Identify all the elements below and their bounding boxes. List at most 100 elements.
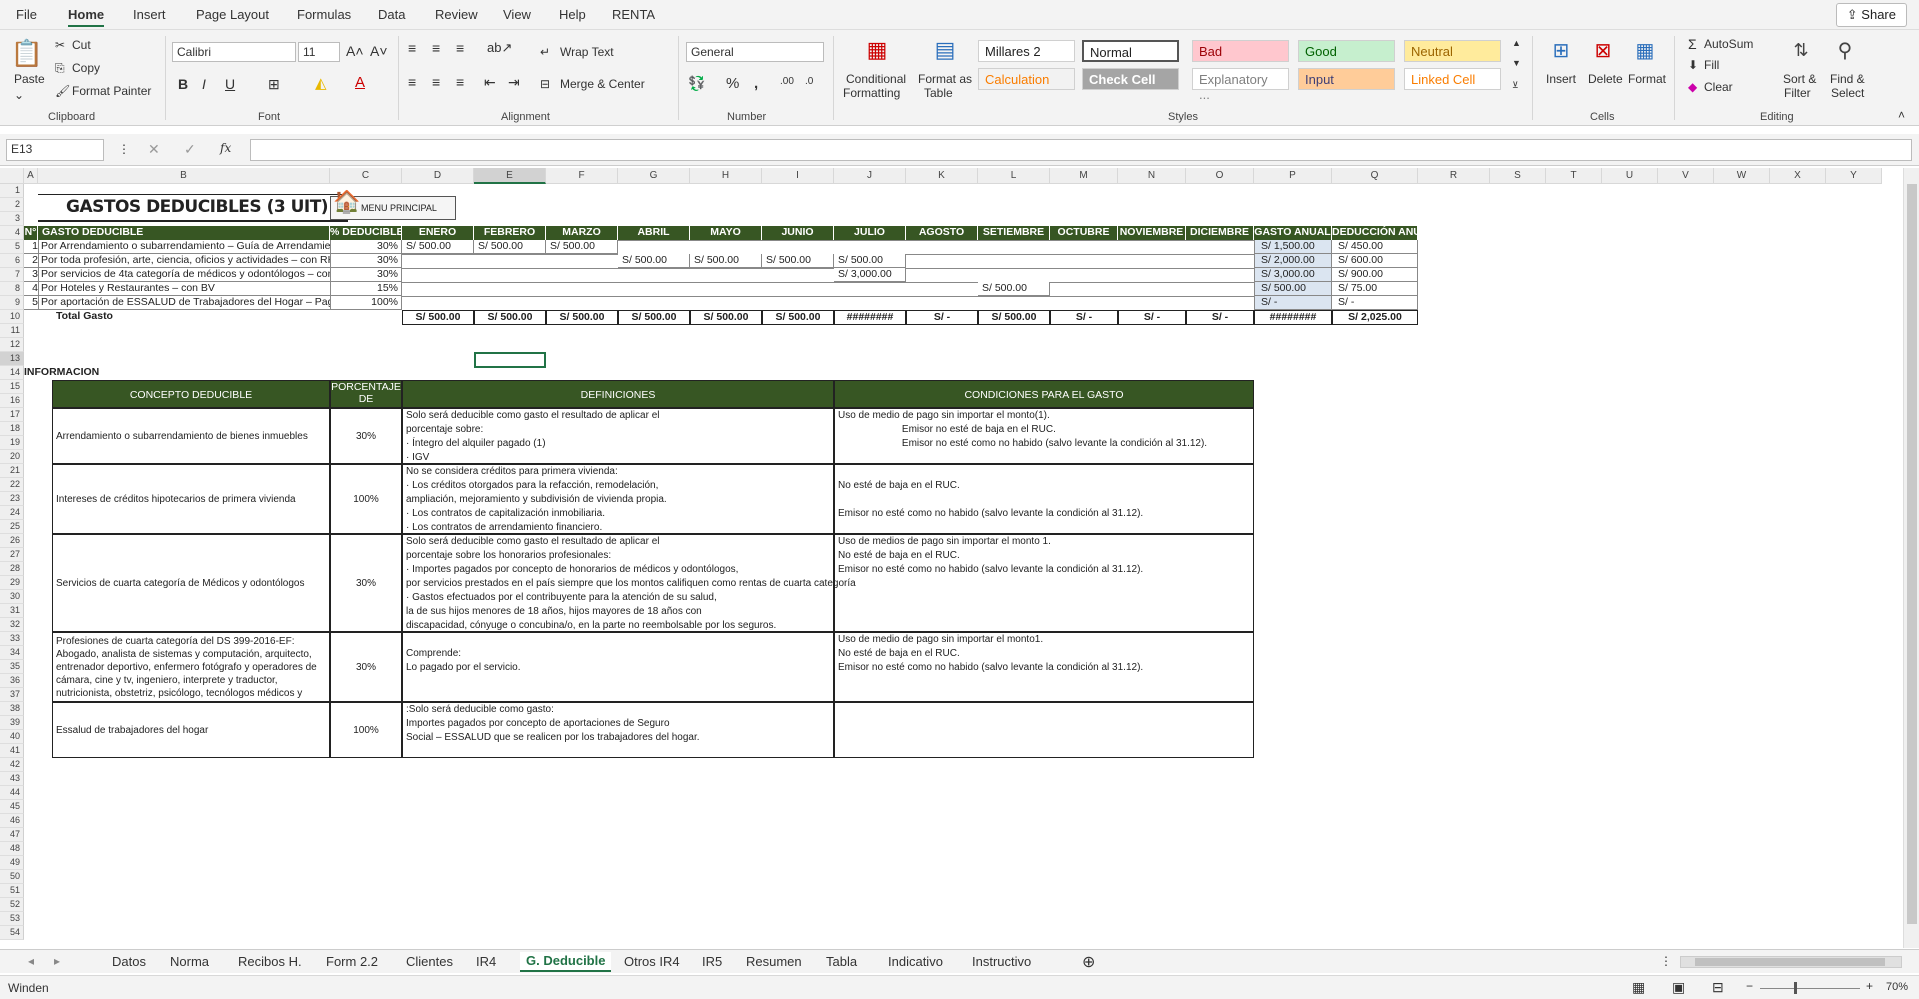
enter-icon[interactable]: ✓: [184, 141, 196, 158]
month-value[interactable]: [474, 268, 546, 269]
column-header-r[interactable]: R: [1418, 168, 1490, 184]
month-value[interactable]: [1118, 254, 1186, 255]
style-check-cell[interactable]: Check Cell: [1082, 68, 1179, 90]
month-value[interactable]: S/ 500.00: [474, 240, 546, 254]
row-header[interactable]: 48: [0, 842, 24, 856]
column-header-q[interactable]: Q: [1332, 168, 1418, 184]
month-value[interactable]: S/ 500.00: [834, 254, 906, 268]
month-value[interactable]: [1186, 296, 1254, 297]
tab-help[interactable]: Help: [559, 7, 586, 22]
row-header[interactable]: 31: [0, 604, 24, 618]
worksheet-grid[interactable]: A B C D E F G H I J K L M N O P Q R S T U V W X Y 1 2 3 4 5 6 7 8 9 10 11 12…: [0, 168, 1903, 948]
orientation-icon[interactable]: ab↗: [487, 40, 512, 56]
sort-filter-icon[interactable]: ⇅: [1786, 36, 1816, 64]
month-value[interactable]: [762, 282, 834, 283]
tab-formulas[interactable]: Formulas: [297, 7, 351, 22]
row-header[interactable]: 29: [0, 576, 24, 590]
paste-icon[interactable]: 📋: [11, 36, 43, 70]
align-middle-icon[interactable]: ≡: [432, 40, 440, 56]
month-value[interactable]: [474, 282, 546, 283]
row-header[interactable]: 9: [0, 296, 24, 310]
sheet-tab-tabla[interactable]: Tabla: [826, 954, 857, 969]
style-gallery-down-icon[interactable]: ▼: [1512, 58, 1521, 68]
vertical-scroll-thumb[interactable]: [1907, 184, 1917, 924]
column-header-m[interactable]: M: [1050, 168, 1118, 184]
month-value[interactable]: [1050, 240, 1118, 241]
row-header[interactable]: 49: [0, 856, 24, 870]
month-value[interactable]: [834, 282, 906, 283]
row-header[interactable]: 36: [0, 674, 24, 688]
column-header-t[interactable]: T: [1546, 168, 1602, 184]
row-header[interactable]: 15: [0, 380, 24, 394]
row-header[interactable]: 42: [0, 758, 24, 772]
month-value[interactable]: [474, 296, 546, 297]
paste-dropdown-icon[interactable]: ⌄: [14, 88, 24, 102]
month-value[interactable]: [690, 282, 762, 283]
row-header[interactable]: 52: [0, 898, 24, 912]
row-header[interactable]: 11: [0, 324, 24, 338]
sheet-options-icon[interactable]: ⋮: [1660, 954, 1672, 968]
row-header[interactable]: 41: [0, 744, 24, 758]
style-good[interactable]: Good: [1298, 40, 1395, 62]
sort-filter-button[interactable]: Sort &: [1783, 72, 1816, 86]
wrap-text-button[interactable]: Wrap Text: [560, 45, 614, 59]
month-value[interactable]: S/ 500.00: [618, 254, 690, 268]
sheet-tab-instructivo[interactable]: Instructivo: [972, 954, 1031, 969]
column-header-f[interactable]: F: [546, 168, 618, 184]
month-value[interactable]: S/ 500.00: [690, 254, 762, 268]
align-center-icon[interactable]: ≡: [432, 74, 440, 90]
conditional-formatting-icon[interactable]: ▦: [862, 36, 892, 64]
month-value[interactable]: [474, 254, 546, 255]
column-header-w[interactable]: W: [1714, 168, 1770, 184]
month-value[interactable]: [402, 254, 474, 255]
sheet-tab-resumen[interactable]: Resumen: [746, 954, 802, 969]
month-value[interactable]: [1050, 254, 1118, 255]
row-header[interactable]: 47: [0, 828, 24, 842]
month-value[interactable]: [690, 296, 762, 297]
sheet-tab-g-deducible[interactable]: G. Deducible: [520, 952, 612, 972]
sheet-tab-ir4[interactable]: IR4: [476, 954, 496, 969]
align-bottom-icon[interactable]: ≡: [456, 40, 464, 56]
row-header[interactable]: 21: [0, 464, 24, 478]
month-value[interactable]: [1118, 296, 1186, 297]
row-header[interactable]: 35: [0, 660, 24, 674]
month-value[interactable]: [1050, 282, 1118, 283]
row-header[interactable]: 26: [0, 534, 24, 548]
add-sheet-icon[interactable]: ⊕: [1082, 952, 1095, 972]
tab-file[interactable]: File: [16, 7, 37, 22]
month-value[interactable]: S/ 3,000.00: [834, 268, 906, 282]
column-header-d[interactable]: D: [402, 168, 474, 184]
row-header[interactable]: 22: [0, 478, 24, 492]
menu-principal-button[interactable]: 🏠 MENU PRINCIPAL: [330, 191, 456, 220]
month-value[interactable]: [546, 296, 618, 297]
decrease-indent-icon[interactable]: ⇤: [484, 74, 496, 91]
cancel-icon[interactable]: ✕: [148, 141, 160, 158]
row-header[interactable]: 20: [0, 450, 24, 464]
tab-data[interactable]: Data: [378, 7, 405, 22]
column-header-o[interactable]: O: [1186, 168, 1254, 184]
month-value[interactable]: [1050, 268, 1118, 269]
column-header-l[interactable]: L: [978, 168, 1050, 184]
row-header[interactable]: 8: [0, 282, 24, 296]
row-header[interactable]: 27: [0, 548, 24, 562]
zoom-out-icon[interactable]: −: [1746, 979, 1753, 993]
month-value[interactable]: [546, 282, 618, 283]
column-header-j[interactable]: J: [834, 168, 906, 184]
column-header-s[interactable]: S: [1490, 168, 1546, 184]
page-layout-view-icon[interactable]: ▣: [1672, 979, 1685, 996]
month-value[interactable]: [618, 268, 690, 269]
month-value[interactable]: S/ 500.00: [762, 254, 834, 268]
zoom-slider-thumb[interactable]: [1794, 982, 1797, 994]
font-color-icon[interactable]: A: [355, 74, 365, 91]
style-millares-2[interactable]: Millares 2: [978, 40, 1075, 62]
sheet-tab-indicativo[interactable]: Indicativo: [888, 954, 943, 969]
bold-icon[interactable]: B: [178, 76, 188, 92]
select-all-corner[interactable]: [0, 168, 24, 184]
month-value[interactable]: [1118, 240, 1186, 241]
row-header[interactable]: 34: [0, 646, 24, 660]
font-size-combo[interactable]: 11: [298, 42, 340, 62]
percent-icon[interactable]: %: [726, 75, 739, 92]
vertical-scrollbar[interactable]: [1903, 168, 1919, 948]
zoom-slider[interactable]: [1760, 988, 1860, 989]
format-as-table-icon[interactable]: ▤: [930, 36, 960, 64]
